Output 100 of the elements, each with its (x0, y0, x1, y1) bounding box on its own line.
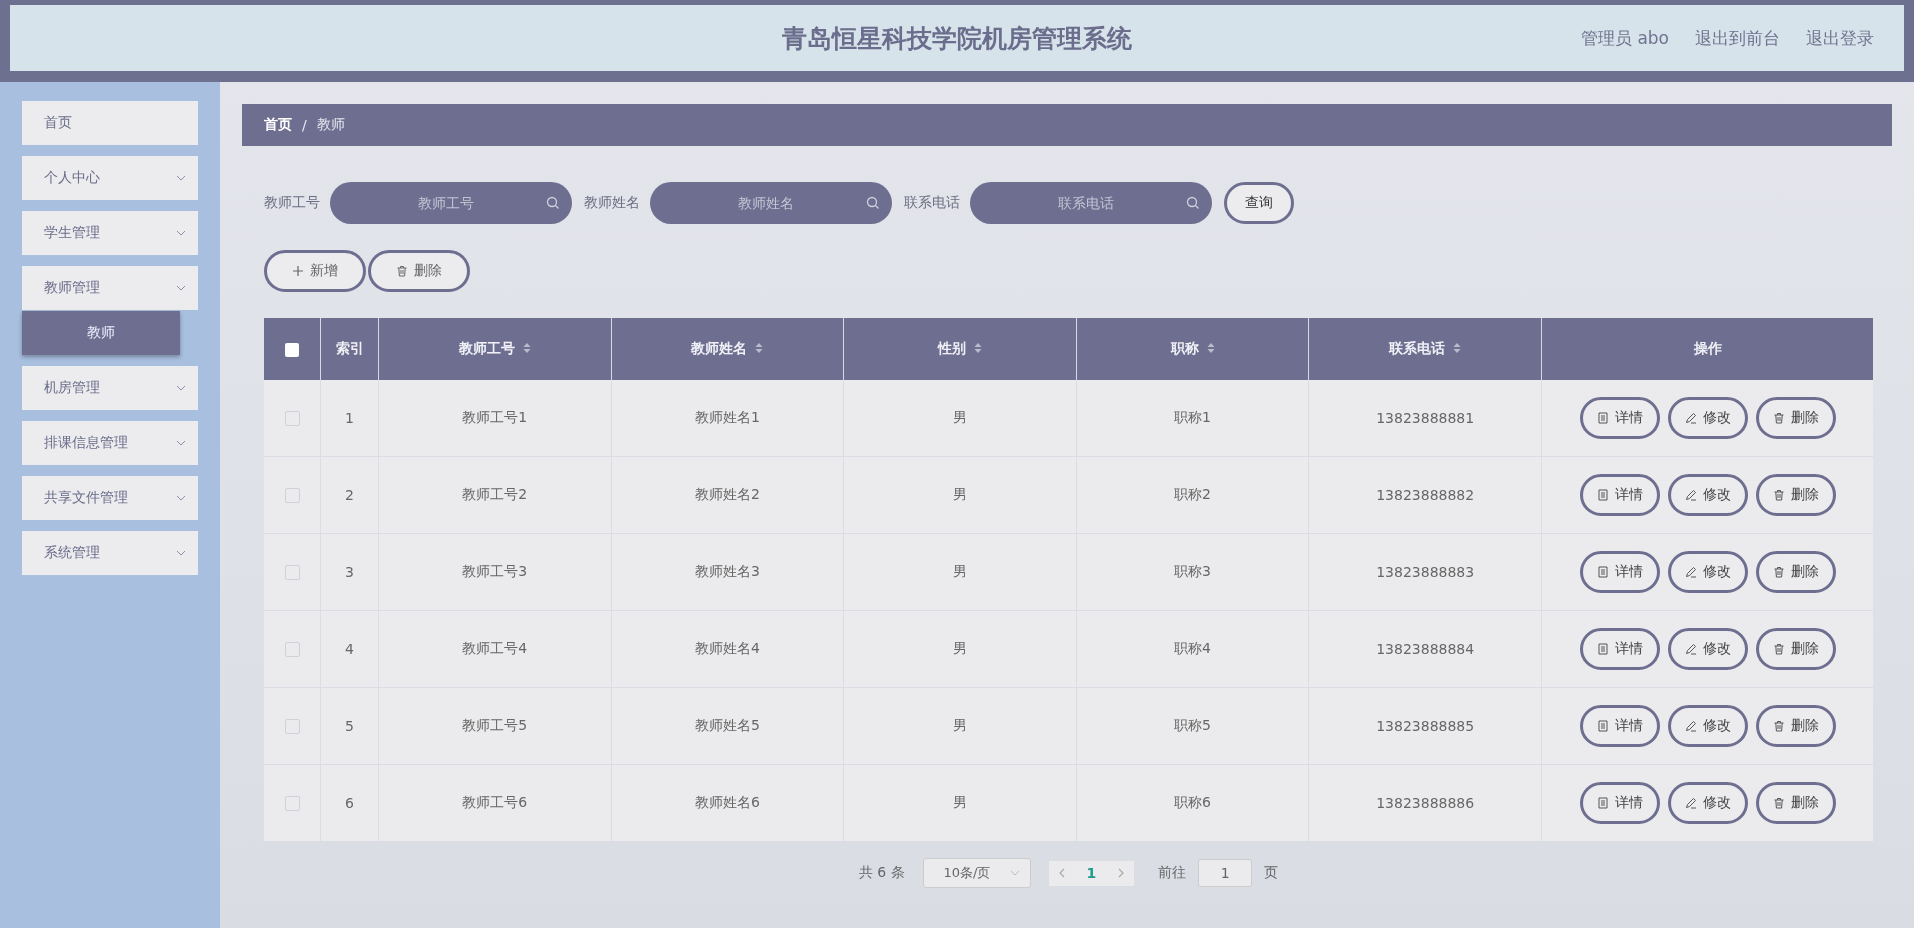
header-link[interactable]: 退出登录 (1806, 26, 1874, 50)
table-cell: 教师工号2 (462, 486, 528, 502)
row-action-button[interactable]: 详情 (1579, 628, 1660, 670)
page-size-select[interactable]: 10条/页 (922, 858, 1031, 888)
sidebar-item[interactable]: 学生管理 (22, 211, 198, 255)
table-cell: 男 (953, 717, 967, 733)
sidebar-item[interactable]: 教师管理 (22, 266, 198, 310)
search-field[interactable]: 教师工号 (330, 182, 572, 224)
table-cell: 男 (953, 794, 967, 810)
column-header[interactable]: 教师姓名 (611, 318, 844, 380)
row-action-button[interactable]: 详情 (1579, 474, 1660, 516)
chevron-icon (176, 385, 186, 391)
row-action-button[interactable]: 删除 (1755, 397, 1836, 439)
row-checkbox[interactable] (284, 488, 300, 504)
trash-icon (1772, 720, 1785, 732)
row-checkbox[interactable] (284, 796, 300, 812)
pencil-icon (1684, 797, 1697, 809)
row-action-button[interactable]: 详情 (1579, 782, 1660, 824)
row-checkbox[interactable] (284, 719, 300, 735)
action-button[interactable]: 新增 (264, 250, 366, 292)
row-action-button[interactable]: 详情 (1579, 397, 1660, 439)
table-cell: 教师姓名4 (694, 640, 760, 656)
sidebar-item[interactable]: 共享文件管理 (22, 476, 198, 520)
row-checkbox[interactable] (284, 642, 300, 658)
header-link[interactable]: 退出到前台 (1695, 26, 1780, 50)
page-number[interactable]: 1 (1086, 865, 1097, 881)
table-cell: 2 (345, 487, 354, 503)
trash-icon (1772, 643, 1785, 655)
document-icon (1596, 489, 1609, 501)
table-cell: 教师姓名5 (694, 717, 760, 733)
table-cell: 13823888884 (1376, 641, 1475, 657)
sort-icon (755, 342, 764, 354)
breadcrumb-item: 教师 (316, 116, 345, 134)
column-header[interactable]: 性别 (843, 318, 1077, 380)
table-cell: 男 (953, 486, 967, 502)
table-cell: 5 (345, 718, 354, 734)
total-count: 共 6 条 (858, 864, 905, 882)
pencil-icon (1684, 489, 1697, 501)
sidebar-item[interactable]: 系统管理 (22, 531, 198, 575)
breadcrumb-item[interactable]: 首页 (264, 116, 292, 134)
column-header[interactable]: 职称 (1076, 318, 1309, 380)
sidebar-item[interactable]: 个人中心 (22, 156, 198, 200)
action-button[interactable]: 删除 (368, 250, 470, 292)
row-action-button[interactable]: 修改 (1667, 782, 1748, 824)
query-button[interactable]: 查询 (1224, 182, 1294, 224)
chevron-icon (176, 175, 186, 181)
document-icon (1596, 643, 1609, 655)
table-cell: 职称3 (1174, 563, 1212, 579)
sidebar-item[interactable]: 机房管理 (22, 366, 198, 410)
table-cell: 男 (953, 640, 967, 656)
row-action-button[interactable]: 修改 (1667, 705, 1748, 747)
row-action-button[interactable]: 删除 (1755, 782, 1836, 824)
row-checkbox[interactable] (284, 565, 300, 581)
table-cell: 教师姓名6 (694, 794, 760, 810)
row-action-button[interactable]: 删除 (1755, 628, 1836, 670)
field-label: 教师工号 (264, 194, 320, 212)
column-header[interactable]: 联系电话 (1308, 318, 1542, 380)
row-action-button[interactable]: 详情 (1579, 551, 1660, 593)
table-cell: 教师工号4 (462, 640, 528, 656)
row-action-button[interactable]: 删除 (1755, 551, 1836, 593)
chevron-icon (1009, 870, 1020, 876)
table-cell: 4 (345, 641, 354, 657)
row-action-button[interactable]: 修改 (1667, 628, 1748, 670)
row-checkbox[interactable] (284, 411, 300, 427)
pencil-icon (1684, 643, 1697, 655)
table-cell: 男 (953, 563, 967, 579)
table-cell: 3 (345, 564, 354, 580)
column-header[interactable]: 教师工号 (378, 318, 612, 380)
search-field[interactable]: 联系电话 (970, 182, 1212, 224)
row-action-button[interactable]: 修改 (1667, 551, 1748, 593)
select-all-checkbox[interactable] (285, 343, 299, 357)
table-cell: 6 (345, 795, 354, 811)
table-cell: 教师工号3 (462, 563, 528, 579)
pencil-icon (1684, 566, 1697, 578)
trash-icon (1772, 566, 1785, 578)
row-action-button[interactable]: 详情 (1579, 705, 1660, 747)
header-link[interactable]: 管理员 abo (1581, 26, 1669, 50)
table-cell: 1 (345, 410, 354, 426)
site-title: 青岛恒星科技学院机房管理系统 (782, 22, 1132, 55)
page-input[interactable]: 1 (1198, 859, 1253, 887)
document-icon (1596, 797, 1609, 809)
sidebar-item[interactable]: 首页 (22, 101, 198, 145)
sort-icon (522, 342, 531, 354)
row-action-button[interactable]: 删除 (1755, 474, 1836, 516)
row-action-button[interactable]: 删除 (1755, 705, 1836, 747)
sidebar-item[interactable]: 排课信息管理 (22, 421, 198, 465)
row-action-button[interactable]: 修改 (1667, 397, 1748, 439)
search-field[interactable]: 教师姓名 (650, 182, 892, 224)
table-cell: 职称4 (1174, 640, 1212, 656)
row-action-button[interactable]: 修改 (1667, 474, 1748, 516)
table-cell: 职称1 (1174, 409, 1212, 425)
previous-page-icon[interactable] (1058, 868, 1065, 878)
table-cell: 职称2 (1174, 486, 1212, 502)
trash-icon (1772, 797, 1785, 809)
submenu-item[interactable]: 教师 (22, 311, 180, 355)
next-page-icon[interactable] (1118, 868, 1125, 878)
breadcrumb-item: / (302, 117, 307, 133)
pencil-icon (1684, 412, 1697, 424)
field-label: 教师姓名 (584, 194, 640, 212)
table-cell: 职称5 (1174, 717, 1212, 733)
